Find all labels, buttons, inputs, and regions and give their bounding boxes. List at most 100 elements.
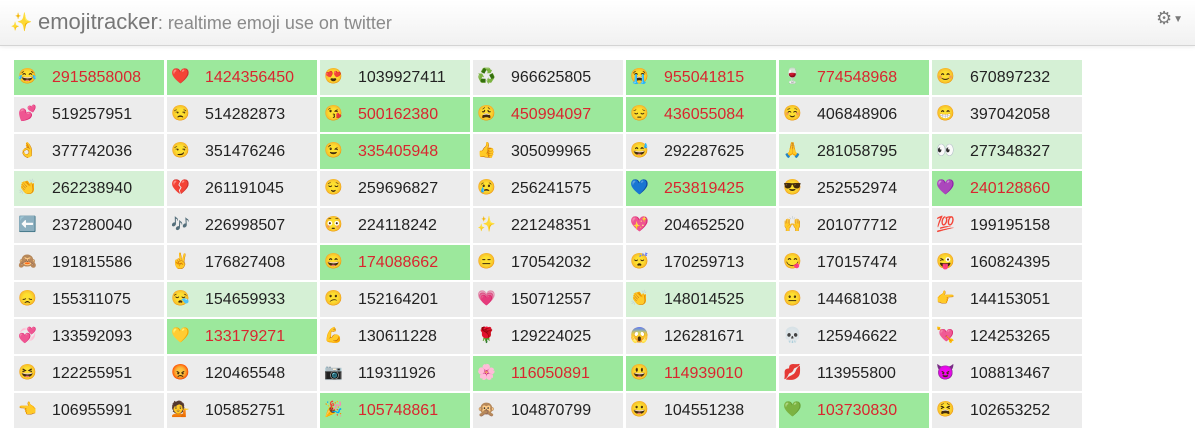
- emoji-icon: 😱: [630, 327, 649, 344]
- emoji-cell[interactable]: 💗 150712557: [473, 282, 623, 317]
- emoji-count: 174088662: [358, 254, 439, 271]
- emoji-icon: 😒: [171, 105, 190, 122]
- emoji-cell[interactable]: ✨ 221248351: [473, 208, 623, 243]
- emoji-cell[interactable]: 💁 105852751: [167, 393, 317, 428]
- emoji-cell[interactable]: ☺️ 406848906: [779, 97, 929, 132]
- emoji-cell[interactable]: 👏 262238940: [14, 171, 164, 206]
- emoji-cell[interactable]: 😩 450994097: [473, 97, 623, 132]
- emoji-cell[interactable]: 😳 224118242: [320, 208, 470, 243]
- emoji-icon: 😘: [324, 105, 343, 122]
- emoji-count: 199195158: [970, 217, 1051, 234]
- emoji-cell[interactable]: 😢 256241575: [473, 171, 623, 206]
- emoji-cell[interactable]: 😴 170259713: [626, 245, 776, 280]
- emoji-cell[interactable]: 🙈 191815586: [14, 245, 164, 280]
- emoji-cell[interactable]: 😎 252552974: [779, 171, 929, 206]
- emoji-cell[interactable]: 👉 144153051: [932, 282, 1082, 317]
- emoji-cell[interactable]: 💀 125946622: [779, 319, 929, 354]
- emoji-cell[interactable]: 💋 113955800: [779, 356, 929, 391]
- emoji-grid: 😂 2915858008 ❤️ 1424356450 😍 1039927411 ♻️ 9666…: [14, 60, 1082, 428]
- emoji-count: 774548968: [817, 69, 898, 86]
- emoji-cell[interactable]: 😃 114939010: [626, 356, 776, 391]
- emoji-cell[interactable]: 🌸 116050891: [473, 356, 623, 391]
- emoji-icon: 👉: [936, 290, 955, 307]
- emoji-cell[interactable]: ✌️ 176827408: [167, 245, 317, 280]
- emoji-icon: ❤️: [171, 68, 190, 85]
- emoji-cell[interactable]: 🙌 201077712: [779, 208, 929, 243]
- emoji-icon: 🌹: [477, 327, 496, 344]
- emoji-cell[interactable]: 😭 955041815: [626, 60, 776, 95]
- emoji-cell[interactable]: 💔 261191045: [167, 171, 317, 206]
- emoji-cell[interactable]: 😉 335405948: [320, 134, 470, 169]
- emoji-cell[interactable]: 😋 170157474: [779, 245, 929, 280]
- emoji-cell[interactable]: 😆 122255951: [14, 356, 164, 391]
- emoji-cell[interactable]: 💪 130611228: [320, 319, 470, 354]
- emoji-cell[interactable]: 😔 436055084: [626, 97, 776, 132]
- emoji-cell[interactable]: 💜 240128860: [932, 171, 1082, 206]
- emoji-count: 119311926: [358, 365, 436, 382]
- emoji-cell[interactable]: 🙏 281058795: [779, 134, 929, 169]
- emoji-count: 130611228: [358, 328, 437, 345]
- emoji-cell[interactable]: 💕 519257951: [14, 97, 164, 132]
- emoji-cell[interactable]: 👀 277348327: [932, 134, 1082, 169]
- emoji-cell[interactable]: 🎉 105748861: [320, 393, 470, 428]
- emoji-cell[interactable]: 😌 259696827: [320, 171, 470, 206]
- emoji-count: 436055084: [664, 106, 745, 123]
- emoji-cell[interactable]: 👈 106955991: [14, 393, 164, 428]
- emoji-count: 237280040: [52, 217, 133, 234]
- emoji-count: 966625805: [511, 69, 592, 86]
- emoji-cell[interactable]: 😄 174088662: [320, 245, 470, 280]
- settings-menu-button[interactable]: ⚙▼: [1156, 8, 1183, 28]
- brand-name[interactable]: emojitracker: [38, 9, 158, 34]
- emoji-cell[interactable]: 😈 108813467: [932, 356, 1082, 391]
- emoji-cell[interactable]: 😐 144681038: [779, 282, 929, 317]
- emoji-cell[interactable]: 😘 500162380: [320, 97, 470, 132]
- emoji-cell[interactable]: 📷 119311926: [320, 356, 470, 391]
- emoji-cell[interactable]: 🎶 226998507: [167, 208, 317, 243]
- emoji-cell[interactable]: 👏 148014525: [626, 282, 776, 317]
- emoji-cell[interactable]: 😕 152164201: [320, 282, 470, 317]
- emoji-cell[interactable]: 😍 1039927411: [320, 60, 470, 95]
- emoji-cell[interactable]: 😑 170542032: [473, 245, 623, 280]
- emoji-icon: 💪: [324, 327, 343, 344]
- emoji-cell[interactable]: 🌹 129224025: [473, 319, 623, 354]
- emoji-cell[interactable]: 😂 2915858008: [14, 60, 164, 95]
- emoji-cell[interactable]: 💛 133179271: [167, 319, 317, 354]
- emoji-cell[interactable]: 💘 124253265: [932, 319, 1082, 354]
- emoji-icon: 😐: [783, 290, 802, 307]
- emoji-cell[interactable]: ⬅️ 237280040: [14, 208, 164, 243]
- emoji-cell[interactable]: 😅 292287625: [626, 134, 776, 169]
- shooting-star-icon[interactable]: ✨: [10, 11, 32, 33]
- emoji-count: 335405948: [358, 143, 439, 160]
- emoji-cell[interactable]: 😜 160824395: [932, 245, 1082, 280]
- emoji-cell[interactable]: 👌 377742036: [14, 134, 164, 169]
- emoji-icon: 🙊: [477, 401, 496, 418]
- emoji-icon: 👏: [18, 179, 37, 196]
- emoji-cell[interactable]: 🙊 104870799: [473, 393, 623, 428]
- emoji-icon: ♻️: [477, 68, 496, 85]
- emoji-cell[interactable]: 🍷 774548968: [779, 60, 929, 95]
- emoji-cell[interactable]: 💯 199195158: [932, 208, 1082, 243]
- emoji-cell[interactable]: 👍 305099965: [473, 134, 623, 169]
- emoji-cell[interactable]: 😫 102653252: [932, 393, 1082, 428]
- brand-title[interactable]: emojitracker: realtime emoji use on twit…: [38, 9, 392, 35]
- gears-icon: ⚙: [1155, 8, 1173, 28]
- emoji-cell[interactable]: 😁 397042058: [932, 97, 1082, 132]
- emoji-cell[interactable]: 😊 670897232: [932, 60, 1082, 95]
- emoji-cell[interactable]: 💞 133592093: [14, 319, 164, 354]
- emoji-cell[interactable]: 😡 120465548: [167, 356, 317, 391]
- emoji-cell[interactable]: ❤️ 1424356450: [167, 60, 317, 95]
- emoji-cell[interactable]: 😏 351476246: [167, 134, 317, 169]
- emoji-cell[interactable]: 😀 104551238: [626, 393, 776, 428]
- emoji-cell[interactable]: 😱 126281671: [626, 319, 776, 354]
- emoji-count: 150712557: [511, 291, 592, 308]
- emoji-cell[interactable]: 💖 204652520: [626, 208, 776, 243]
- emoji-icon: 📷: [324, 364, 343, 381]
- emoji-cell[interactable]: 😞 155311075: [14, 282, 164, 317]
- emoji-cell[interactable]: 💚 103730830: [779, 393, 929, 428]
- emoji-cell[interactable]: 😪 154659933: [167, 282, 317, 317]
- emoji-cell[interactable]: 😒 514282873: [167, 97, 317, 132]
- emoji-icon: 😅: [630, 142, 649, 159]
- emoji-cell[interactable]: ♻️ 966625805: [473, 60, 623, 95]
- emoji-cell[interactable]: 💙 253819425: [626, 171, 776, 206]
- emoji-icon: 👈: [18, 401, 37, 418]
